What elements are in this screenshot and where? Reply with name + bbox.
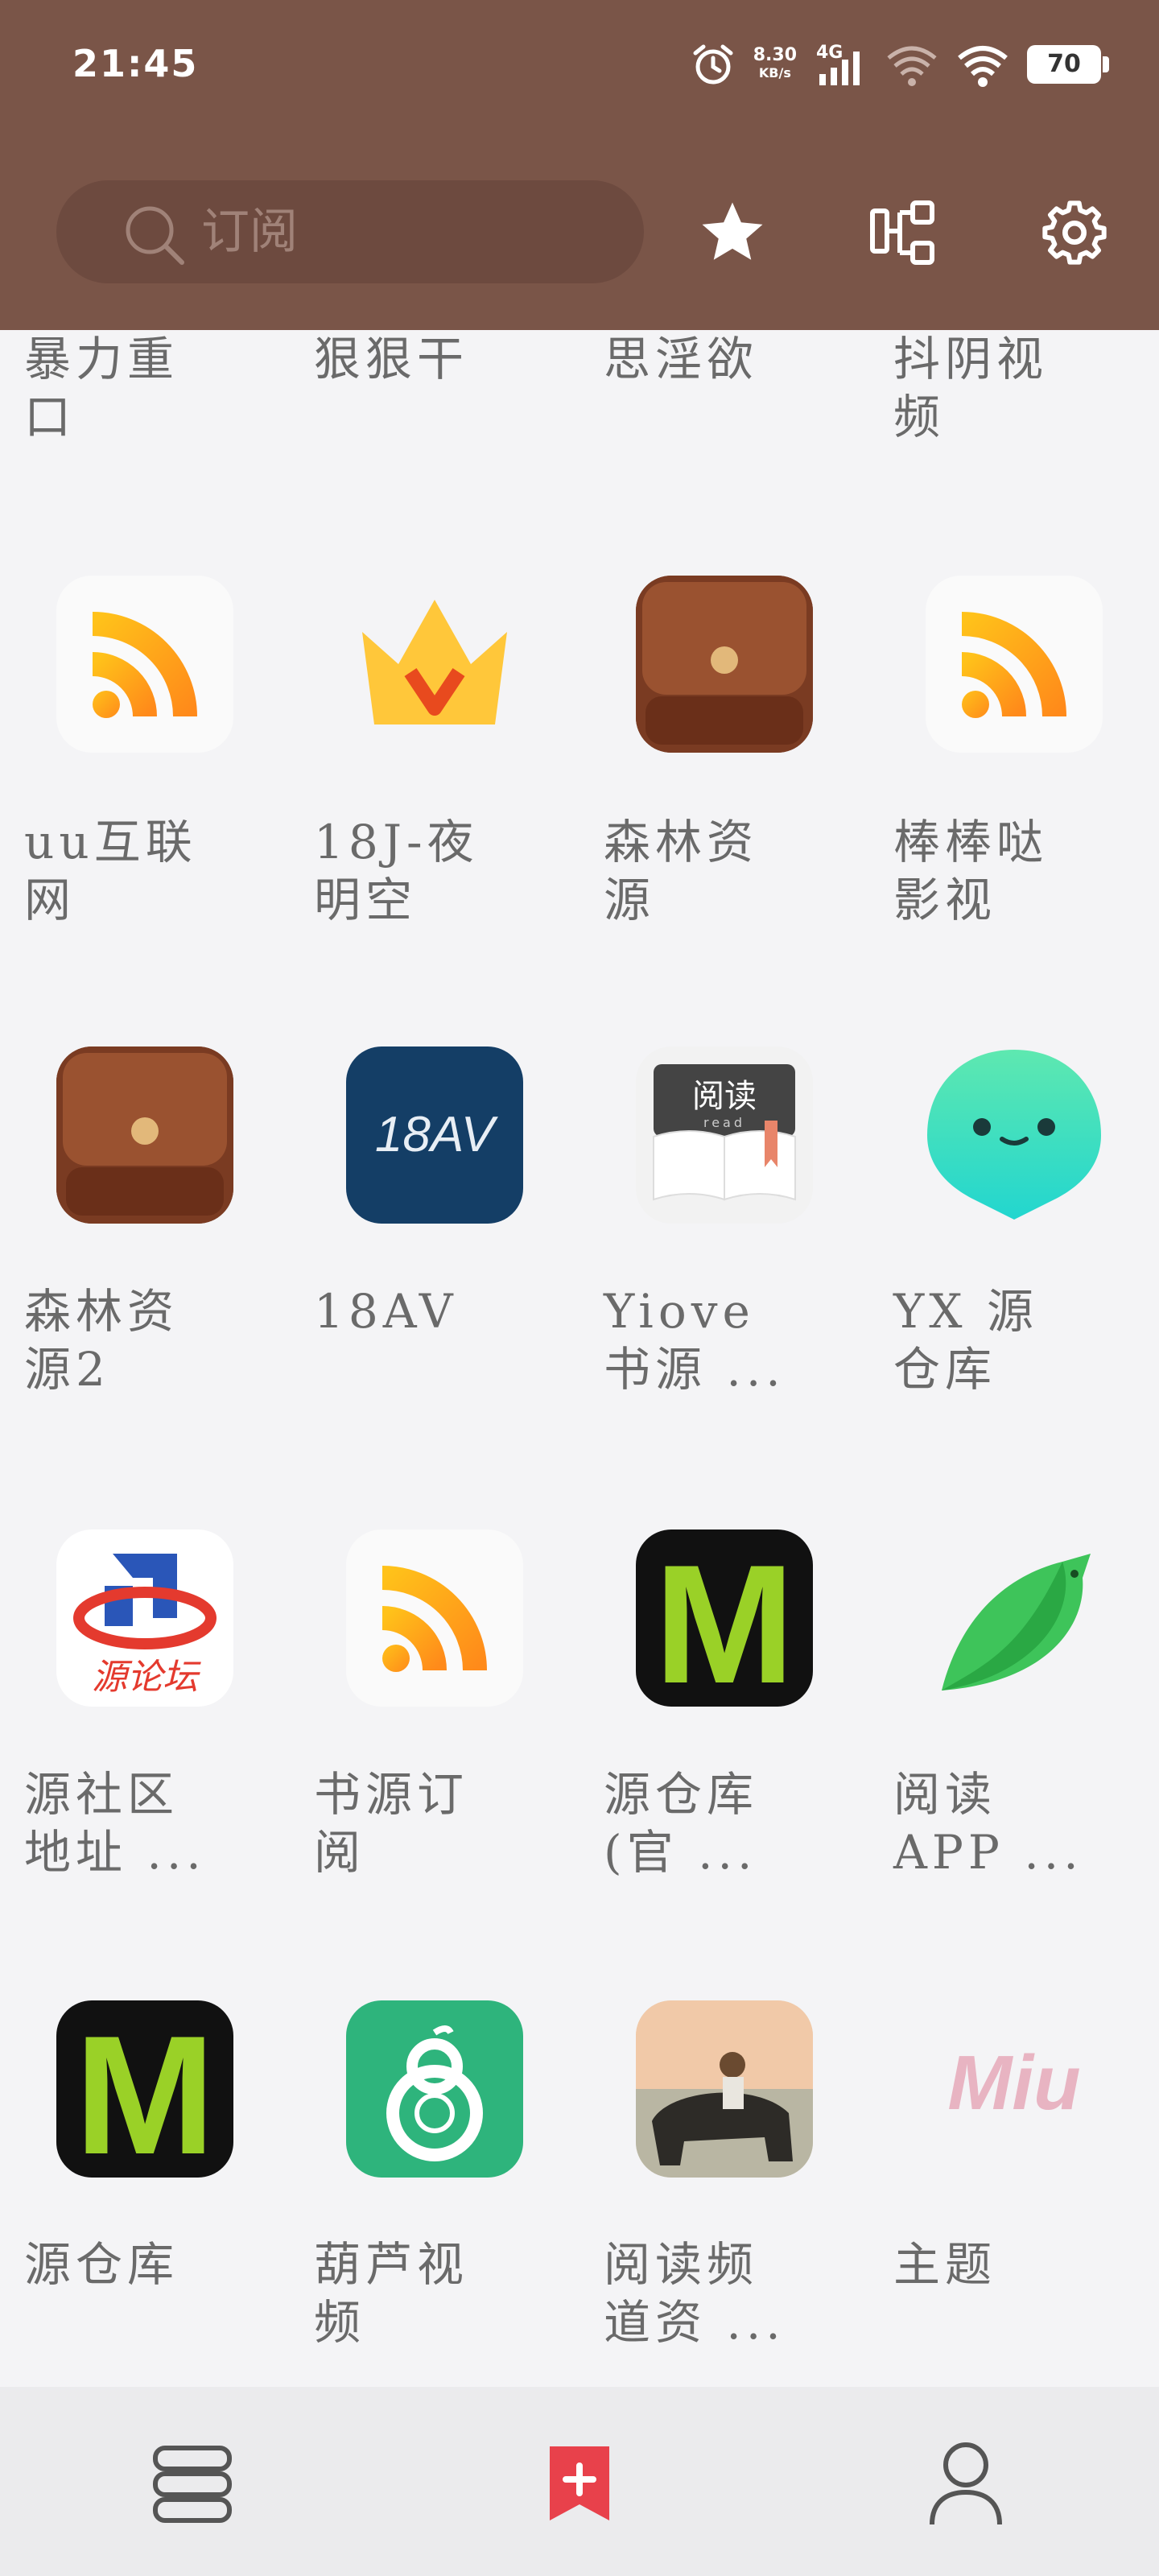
grid-item-label[interactable]: 葫芦视 频 <box>314 2235 555 2351</box>
svg-text:4G: 4G <box>816 43 843 63</box>
grid-item-label[interactable]: 18J-夜 明空 <box>314 813 555 929</box>
grid-item-label[interactable]: 18AV <box>314 1282 555 1340</box>
bookshelf-icon <box>153 2446 232 2523</box>
svg-text:源论坛: 源论坛 <box>92 1657 201 1698</box>
group-tree-icon <box>870 200 934 265</box>
ghost-icon[interactable] <box>926 1046 1103 1224</box>
grid-item-label[interactable]: 阅读频 道资 ... <box>604 2235 845 2351</box>
buffalo-painting-icon[interactable] <box>636 2000 813 2178</box>
rss-icon[interactable] <box>56 576 233 753</box>
bottom-navigation <box>0 2387 1159 2576</box>
rss-icon[interactable] <box>346 1530 523 1707</box>
grid-item-label[interactable]: 森林资 源2 <box>24 1282 266 1398</box>
grid-item-label[interactable]: 思淫欲 <box>604 330 845 388</box>
svg-text:M: M <box>654 1530 795 1707</box>
group-button[interactable] <box>860 188 948 277</box>
battery-indicator: 70 <box>1027 45 1109 84</box>
grid-item-label[interactable]: 棒棒哒 影视 <box>893 813 1135 929</box>
gear-icon <box>1042 200 1107 265</box>
svg-text:M: M <box>75 2000 216 2178</box>
grid-item-label[interactable]: 阅读 APP ... <box>893 1765 1135 1881</box>
star-icon <box>702 202 763 260</box>
grid-item-label[interactable]: 源社区 地址 ... <box>24 1765 266 1881</box>
m-icon[interactable]: M <box>56 2000 233 2178</box>
svg-text:read: read <box>703 1115 745 1130</box>
miu-icon[interactable]: Miu <box>926 2000 1103 2178</box>
status-bar-icons: 8.30 KB/s 4G 70 <box>691 32 1109 97</box>
leather-wallet-icon[interactable] <box>56 1046 233 1224</box>
leather-wallet-icon[interactable] <box>636 576 813 753</box>
grid-item-label[interactable]: YX 源 仓库 <box>893 1282 1135 1398</box>
favorites-button[interactable] <box>688 188 777 277</box>
grid-item-label[interactable]: 抖阴视 频 <box>893 330 1135 446</box>
svg-text:18AV: 18AV <box>375 1107 499 1162</box>
grid-item-label[interactable]: 主题 <box>893 2235 1135 2293</box>
signal-icon: 4G <box>816 43 860 85</box>
18av-icon[interactable]: 18AV <box>346 1046 523 1224</box>
grid-item-label[interactable]: Yiove 书源 ... <box>604 1282 845 1398</box>
app-header: 21:45 8.30 KB/s 4G 70 订阅 <box>0 0 1159 330</box>
wifi-icon <box>958 46 1008 87</box>
grid-item-label[interactable]: uu互联 网 <box>24 813 266 929</box>
grid-item-label[interactable]: 狠狠干 <box>314 330 555 388</box>
book-read-icon[interactable]: 阅读 read <box>636 1046 813 1224</box>
grid-item-label[interactable]: 书源订 阅 <box>314 1765 555 1881</box>
net-speed: 8.30 KB/s <box>753 45 797 81</box>
subscription-grid: 暴力重 口 狠狠干 思淫欲 抖阴视 频 uu互联 网 18J-夜 明空 森林资 … <box>0 330 1159 2387</box>
search-icon <box>126 206 184 265</box>
crown-icon[interactable] <box>346 576 523 753</box>
grid-item-label[interactable]: 暴力重 口 <box>24 330 266 446</box>
nav-profile[interactable] <box>901 2419 1030 2548</box>
nav-subscription[interactable] <box>515 2419 644 2548</box>
m-icon[interactable]: M <box>636 1530 813 1707</box>
alarm-icon <box>693 44 733 85</box>
svg-text:Miu: Miu <box>947 2040 1080 2126</box>
forum-logo-icon[interactable]: 源论坛 <box>56 1530 233 1707</box>
search-placeholder: 订阅 <box>201 204 298 260</box>
grid-item-label[interactable]: 源仓库 <box>24 2235 266 2293</box>
settings-button[interactable] <box>1030 188 1119 277</box>
grid-item-label[interactable]: 源仓库 (官 ... <box>604 1765 845 1881</box>
grid-item-label[interactable]: 森林资 源 <box>604 813 845 929</box>
profile-icon <box>930 2442 1002 2525</box>
gourd-icon[interactable] <box>346 2000 523 2178</box>
search-bar[interactable]: 订阅 <box>56 180 644 283</box>
status-time: 21:45 <box>72 42 199 85</box>
rss-icon[interactable] <box>926 576 1103 753</box>
wifi-off-icon <box>887 46 937 86</box>
nav-bookshelf[interactable] <box>129 2419 258 2548</box>
svg-text:阅读: 阅读 <box>692 1078 757 1115</box>
subscription-icon <box>550 2446 609 2520</box>
green-bird-icon[interactable] <box>926 1530 1103 1707</box>
